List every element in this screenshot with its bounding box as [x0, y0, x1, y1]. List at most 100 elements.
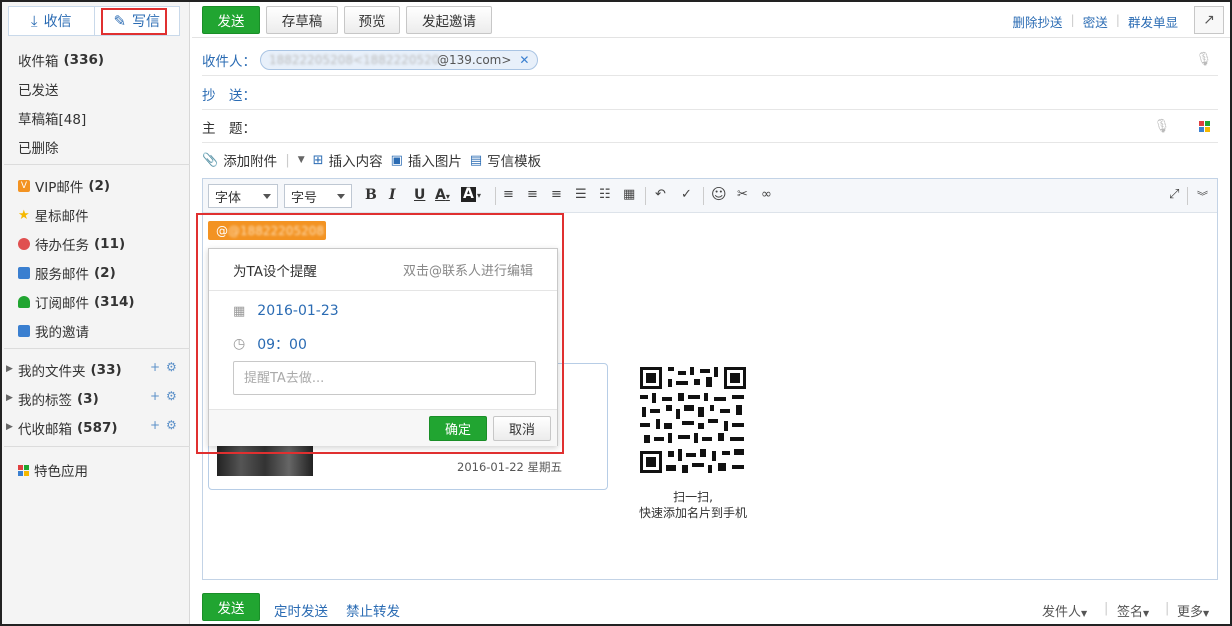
clock-icon: ◷	[233, 336, 246, 352]
remove-recipient-icon[interactable]: ✕	[519, 53, 529, 67]
template-label: 写信模板	[487, 154, 542, 170]
more-dropdown[interactable]: 更多▼	[1177, 601, 1209, 620]
no-forward-link[interactable]: 禁止转发	[346, 600, 400, 620]
expand-arrow-icon[interactable]: ▶	[6, 364, 13, 374]
expand-arrow-icon[interactable]: ▶	[6, 422, 13, 432]
card-image	[217, 444, 313, 476]
add-settings-icons[interactable]: +⚙	[150, 418, 183, 432]
receive-button[interactable]: ⤓ 收信	[9, 7, 95, 35]
link-icon[interactable]: ∞	[761, 187, 772, 202]
clear-format-icon[interactable]: ✓	[681, 187, 692, 202]
date-row[interactable]: ▦ 2016-01-23	[233, 303, 339, 319]
numbered-list-icon[interactable]: ☷	[599, 187, 611, 202]
folder-inbox[interactable]: 收件箱 (336)	[18, 50, 104, 70]
font-select-label: 字体	[215, 190, 242, 206]
folder-sent[interactable]: 已发送	[18, 79, 59, 99]
time-row[interactable]: ◷ 09：00	[233, 334, 307, 354]
chevron-down-icon[interactable]: ▼	[298, 155, 305, 165]
template-button[interactable]: ▤ 写信模板	[470, 150, 542, 171]
group-my-tags[interactable]: 我的标签 (3)	[18, 389, 99, 409]
expand-icon[interactable]: ⤢	[1169, 187, 1179, 202]
folder-tasks[interactable]: 待办任务 (11)	[18, 234, 125, 254]
reminder-date[interactable]: 2016-01-23	[257, 303, 338, 319]
mass-send-link[interactable]: 群发单显	[1128, 12, 1178, 31]
chevron-down-icon: ▼	[1143, 609, 1150, 618]
reminder-time[interactable]: 09：00	[257, 334, 307, 354]
folder-deleted[interactable]: 已删除	[18, 137, 59, 157]
folder-label: 星标邮件	[34, 209, 89, 225]
align-left-icon[interactable]: ≡	[503, 187, 514, 202]
microphone-icon[interactable]: 🎙	[1195, 52, 1212, 67]
size-select[interactable]: 字号	[284, 184, 352, 208]
chevron-down-icon: ▼	[1203, 609, 1210, 618]
underline-icon[interactable]: U	[414, 187, 425, 203]
qr-caption-line: 扫一扫,	[673, 490, 713, 504]
font-select[interactable]: 字体	[208, 184, 278, 208]
color-grid-icon[interactable]	[1199, 121, 1210, 132]
popup-footer: 确定 取消	[209, 409, 557, 446]
expand-arrow-icon[interactable]: ▶	[6, 393, 13, 403]
group-my-folders[interactable]: 我的文件夹 (33)	[18, 360, 122, 380]
confirm-button[interactable]: 确定	[429, 416, 487, 441]
undo-icon[interactable]: ↶	[655, 187, 666, 202]
save-draft-button[interactable]: 存草稿	[266, 6, 338, 34]
remove-cc-link[interactable]: 删除抄送	[1013, 12, 1063, 31]
collapse-icon[interactable]: ︾	[1197, 188, 1208, 204]
folder-service[interactable]: 服务邮件 (2)	[18, 263, 116, 283]
group-count: (3)	[77, 391, 99, 407]
write-button[interactable]: ✎ 写信	[95, 7, 180, 35]
reminder-popup: 为TA设个提醒 双击@联系人进行编辑 ▦ 2016-01-23 ◷ 09：00 …	[208, 248, 558, 446]
group-label: 我的文件夹	[18, 364, 86, 380]
folder-label: 待办任务	[35, 238, 89, 254]
folder-starred[interactable]: ★ 星标邮件	[18, 205, 89, 226]
folder-drafts[interactable]: 草稿箱[48]	[18, 108, 86, 128]
folder-vip[interactable]: V VIP邮件 (2)	[18, 176, 110, 196]
reminder-input[interactable]	[233, 361, 536, 395]
table-icon[interactable]: ▦	[623, 187, 635, 202]
group-external-mailbox[interactable]: 代收邮箱 (587)	[18, 418, 118, 438]
scissors-icon[interactable]: ✂	[737, 187, 748, 202]
send-button[interactable]: 发送	[202, 6, 260, 34]
folder-label: 已删除	[18, 141, 59, 157]
separator: |	[285, 152, 290, 168]
invite-button[interactable]: 发起邀请	[406, 6, 492, 34]
popout-button[interactable]: ↗	[1194, 6, 1224, 34]
editor-toolbar: 字体 字号 B I U A▾ A ▾ ≡ ≡ ≡ ☰ ☷ ▦ ↶ ✓ ☺ ✂ ∞…	[203, 179, 1217, 213]
group-count: (587)	[77, 420, 118, 436]
subject-row: 主 题： 🎙	[202, 111, 1218, 143]
folder-label: 收件箱	[18, 54, 59, 70]
font-color-icon[interactable]: A▾	[435, 187, 450, 203]
signature-dropdown[interactable]: 签名▼	[1117, 601, 1149, 620]
add-settings-icons[interactable]: +⚙	[150, 360, 183, 374]
scheduled-send-link[interactable]: 定时发送	[274, 600, 328, 620]
group-label: 我的标签	[18, 393, 72, 409]
folder-count: (11)	[94, 236, 126, 252]
emoji-icon[interactable]: ☺	[711, 185, 727, 203]
folder-invites[interactable]: 我的邀请	[18, 321, 89, 341]
microphone-icon[interactable]: 🎙	[1153, 119, 1170, 134]
recipient-chip[interactable]: 18822205208<18822205208@139.com> @139.co…	[260, 49, 539, 70]
send-button-bottom[interactable]: 发送	[202, 593, 260, 621]
sender-dropdown[interactable]: 发件人▼	[1042, 601, 1087, 620]
mention-tag[interactable]: @ @18822205208	[208, 221, 326, 240]
align-center-icon[interactable]: ≡	[527, 187, 538, 202]
add-settings-icons[interactable]: +⚙	[150, 389, 183, 403]
cancel-button[interactable]: 取消	[493, 416, 551, 441]
vip-icon: V	[18, 180, 30, 192]
insert-image-button[interactable]: ▣ 插入图片	[391, 150, 462, 171]
align-right-icon[interactable]: ≡	[551, 187, 562, 202]
cc-label[interactable]: 抄 送：	[202, 84, 260, 104]
add-attachment-button[interactable]: 📎 添加附件	[202, 150, 277, 171]
folder-subscription[interactable]: 订阅邮件 (314)	[18, 292, 135, 312]
bcc-link[interactable]: 密送	[1083, 12, 1108, 31]
bullet-list-icon[interactable]: ☰	[575, 187, 587, 202]
separator	[703, 187, 704, 205]
highlight-color-icon[interactable]: A	[461, 187, 476, 202]
preview-button[interactable]: 预览	[344, 6, 400, 34]
bold-icon[interactable]: B	[365, 187, 377, 203]
chevron-down-icon[interactable]: ▾	[477, 191, 481, 200]
compose-toolbar: 发送 存草稿 预览 发起邀请 删除抄送 | 密送 | 群发单显 ↗	[192, 2, 1230, 38]
italic-icon[interactable]: I	[389, 187, 396, 203]
insert-content-button[interactable]: ⊞ 插入内容	[313, 150, 383, 171]
featured-apps[interactable]: 特色应用	[18, 460, 88, 480]
